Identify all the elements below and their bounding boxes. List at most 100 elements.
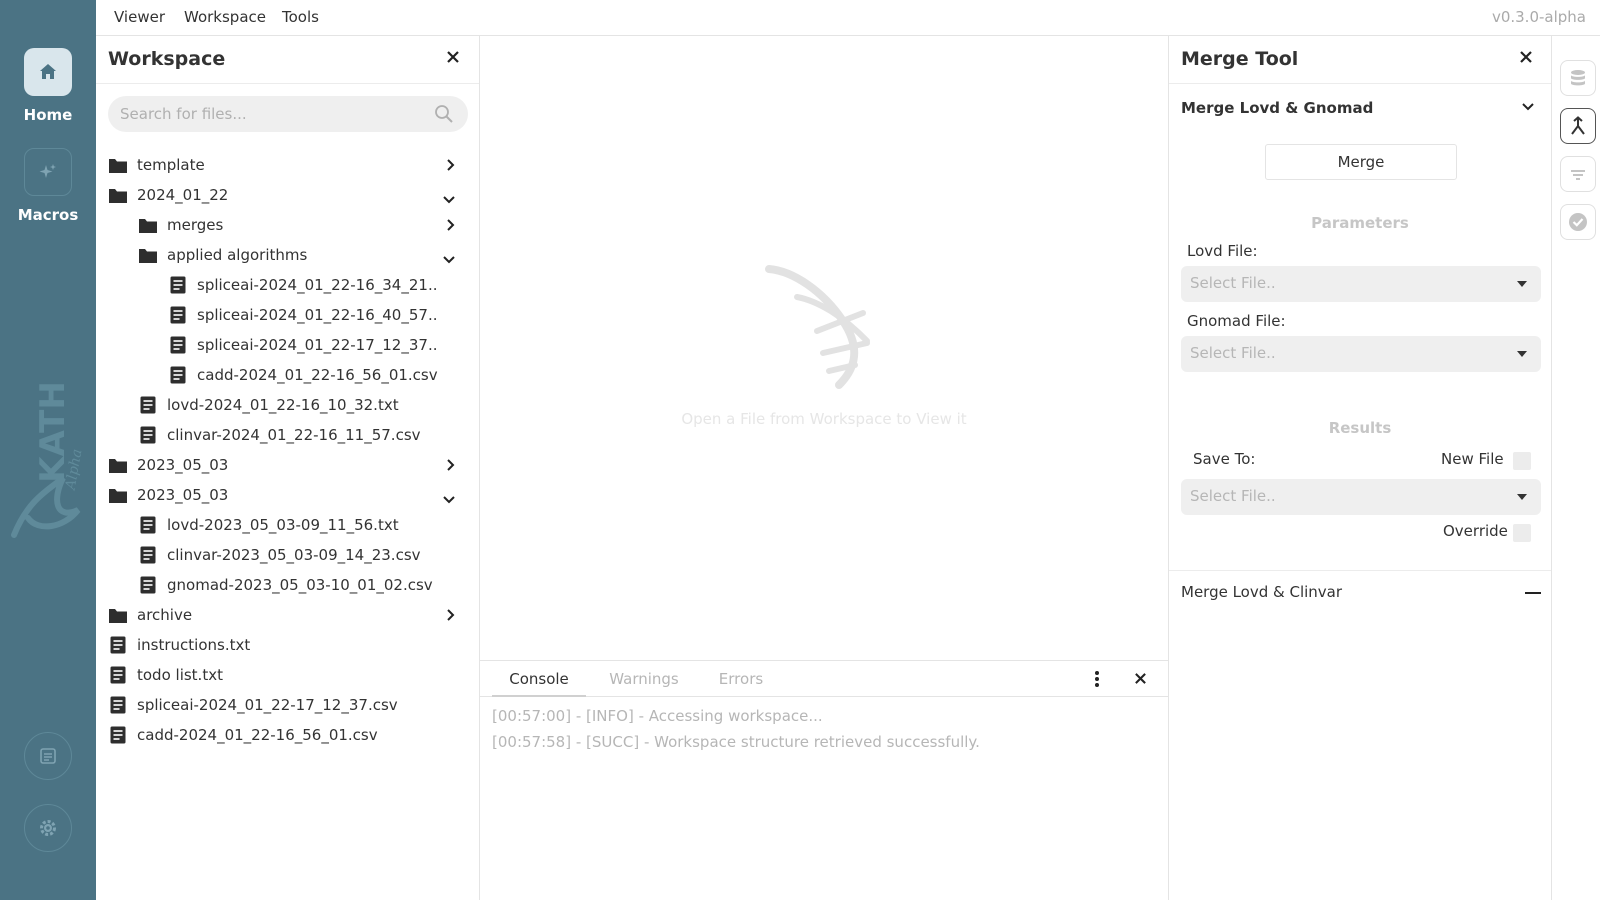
chevron-down-icon[interactable] [442,491,456,509]
merge-tool-close-button[interactable] [1519,48,1533,69]
chevron-down-icon[interactable] [1521,102,1535,112]
macros-button[interactable] [24,148,72,196]
file-icon [110,726,126,748]
home-button[interactable] [24,48,72,96]
console-panel: Console Warnings Errors [00:57:00] - [IN… [480,660,1168,900]
tab-console[interactable]: Console [492,661,586,697]
tree-item-label: spliceai-2024_01_22-16_40_57.. [197,306,438,324]
console-close-icon[interactable] [1134,672,1147,685]
file-row[interactable]: clinvar-2023_05_03-09_14_23.csv [96,542,479,570]
merge-button[interactable]: Merge [1265,144,1457,180]
log-button[interactable] [24,732,72,780]
chevron-right-icon[interactable] [446,218,456,236]
tree-item-label: applied algorithms [167,246,308,264]
folder-icon [138,217,158,238]
gnomad-file-placeholder: Select File.. [1190,344,1276,362]
file-row[interactable]: clinvar-2024_01_22-16_11_57.csv [96,422,479,450]
file-row[interactable]: spliceai-2024_01_22-16_40_57.. [96,302,479,330]
file-row[interactable]: lovd-2023_05_03-09_11_56.txt [96,512,479,540]
folder-icon [108,157,128,178]
menu-tools[interactable]: Tools [282,8,319,26]
folder-row[interactable]: merges [96,212,479,240]
file-icon [170,276,186,298]
tree-item-label: 2024_01_22 [137,186,229,204]
database-icon [1571,70,1585,86]
more-vertical-icon[interactable] [1094,670,1100,688]
home-label: Home [23,106,73,124]
folder-icon [108,187,128,208]
override-checkbox[interactable] [1513,524,1531,542]
folder-row[interactable]: applied algorithms [96,242,479,270]
new-file-checkbox[interactable] [1513,452,1531,470]
tab-warnings[interactable]: Warnings [596,661,692,697]
verify-tool-button[interactable] [1560,204,1596,240]
file-icon [140,546,156,568]
filter-tool-button[interactable] [1560,156,1596,192]
file-row[interactable]: instructions.txt [96,632,479,660]
tab-errors[interactable]: Errors [702,661,780,697]
tree-item-label: archive [137,606,193,624]
lovd-file-label: Lovd File: [1187,242,1258,260]
tree-item-label: lovd-2024_01_22-16_10_32.txt [167,396,399,414]
file-row[interactable]: lovd-2024_01_22-16_10_32.txt [96,392,479,420]
file-row[interactable]: todo list.txt [96,662,479,690]
lovd-file-placeholder: Select File.. [1190,274,1276,292]
tree-item-label: spliceai-2024_01_22-16_34_21.. [197,276,438,294]
results-label: Results [1328,419,1392,437]
file-row[interactable]: gnomad-2023_05_03-10_01_02.csv [96,572,479,600]
file-row[interactable]: cadd-2024_01_22-16_56_01.csv [96,722,479,750]
folder-row[interactable]: archive [96,602,479,630]
file-row[interactable]: cadd-2024_01_22-16_56_01.csv [96,362,479,390]
workspace-close-button[interactable] [446,48,460,69]
folder-row[interactable]: 2023_05_03 [96,452,479,480]
merge-tool-title: Merge Tool [1181,48,1299,70]
macros-label: Macros [17,206,79,224]
file-row[interactable]: spliceai-2024_01_22-16_34_21.. [96,272,479,300]
log-line: [00:57:00] - [INFO] - Accessing workspac… [492,707,823,725]
file-icon [170,306,186,328]
search-icon [435,105,453,123]
close-icon [1520,51,1532,63]
menu-workspace[interactable]: Workspace [184,8,266,26]
gear-icon [40,820,56,836]
document-list-icon [40,748,56,764]
minus-icon[interactable] [1525,592,1541,594]
left-navigation: Home Macros KATH Alpha [0,0,96,900]
save-to-select[interactable]: Select File.. [1181,479,1541,515]
folder-row[interactable]: template [96,152,479,180]
database-tool-button[interactable] [1560,60,1596,96]
chevron-down-icon[interactable] [442,251,456,269]
file-row[interactable]: spliceai-2024_01_22-17_12_37.csv [96,692,479,720]
file-icon [110,696,126,718]
workspace-header: Workspace [96,36,479,84]
lovd-file-select[interactable]: Select File.. [1181,266,1541,302]
file-icon [110,636,126,658]
viewer-area: Open a File from Workspace to View it [480,36,1168,660]
folder-row[interactable]: 2023_05_03 [96,482,479,510]
folder-icon [108,487,128,508]
home-icon [40,64,56,79]
file-icon [170,366,186,388]
caret-down-icon [1517,351,1527,357]
gnomad-file-select[interactable]: Select File.. [1181,336,1541,372]
tree-item-label: 2023_05_03 [137,486,229,504]
menu-viewer[interactable]: Viewer [114,8,165,26]
tree-item-label: clinvar-2024_01_22-16_11_57.csv [167,426,421,444]
chevron-right-icon[interactable] [446,608,456,626]
chevron-right-icon[interactable] [446,458,456,476]
file-row[interactable]: spliceai-2024_01_22-17_12_37.. [96,332,479,360]
file-icon [140,426,156,448]
file-icon [170,336,186,358]
chevron-down-icon[interactable] [442,191,456,209]
search-input[interactable] [108,96,468,132]
kath-logo: KATH Alpha [11,381,85,538]
folder-icon [108,607,128,628]
section-merge-lovd-gnomad[interactable]: Merge Lovd & Gnomad [1181,99,1373,117]
parameters-label: Parameters [1311,214,1409,232]
section-merge-lovd-clinvar[interactable]: Merge Lovd & Clinvar [1181,583,1342,601]
tree-item-label: spliceai-2024_01_22-17_12_37.csv [137,696,398,714]
merge-tool-button[interactable] [1560,108,1596,144]
chevron-right-icon[interactable] [446,158,456,176]
folder-row[interactable]: 2024_01_22 [96,182,479,210]
settings-button[interactable] [24,804,72,852]
